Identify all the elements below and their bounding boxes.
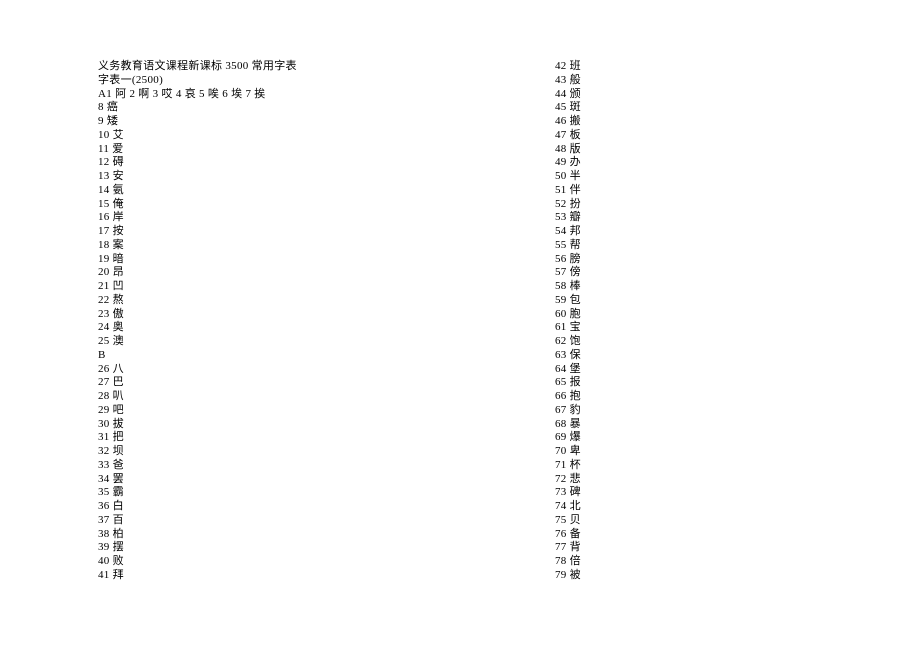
char-entry: 36 白 [98, 500, 297, 514]
char-entry: 12 碍 [98, 156, 297, 170]
char-entry: 47 板 [555, 129, 581, 143]
document-title: 义务教育语文课程新课标 3500 常用字表 [98, 60, 297, 74]
char-entry: 38 柏 [98, 528, 297, 542]
char-entry: 27 巴 [98, 376, 297, 390]
char-entry: 66 抱 [555, 390, 581, 404]
char-entry: 65 报 [555, 376, 581, 390]
char-entry: 71 杯 [555, 459, 581, 473]
char-entry: 22 熬 [98, 294, 297, 308]
char-entry: 41 拜 [98, 569, 297, 583]
char-entry: 35 霸 [98, 486, 297, 500]
char-entry: 19 暗 [98, 253, 297, 267]
char-entry: 21 凹 [98, 280, 297, 294]
char-entry: 14 氨 [98, 184, 297, 198]
char-entry: 25 澳 [98, 335, 297, 349]
char-entry: 8 癌 [98, 101, 297, 115]
char-entry: 45 斑 [555, 101, 581, 115]
char-entry: 64 堡 [555, 363, 581, 377]
char-entry: 11 爱 [98, 143, 297, 157]
char-entry: 79 被 [555, 569, 581, 583]
char-entry: 76 备 [555, 528, 581, 542]
char-entry: 75 贝 [555, 514, 581, 528]
char-entry: 20 昂 [98, 266, 297, 280]
char-entry: 26 八 [98, 363, 297, 377]
char-entry: 46 搬 [555, 115, 581, 129]
char-entry: 31 把 [98, 431, 297, 445]
char-entry: 43 般 [555, 74, 581, 88]
char-entry: 42 班 [555, 60, 581, 74]
char-entry: 50 半 [555, 170, 581, 184]
document-subtitle: 字表一(2500) [98, 74, 297, 88]
char-entry: 23 傲 [98, 308, 297, 322]
char-entry: 51 伴 [555, 184, 581, 198]
section-a-line: A1 阿 2 啊 3 哎 4 哀 5 唉 6 埃 7 挨 [98, 88, 297, 102]
char-entry: 33 爸 [98, 459, 297, 473]
char-entry: 78 倍 [555, 555, 581, 569]
char-entry: 69 爆 [555, 431, 581, 445]
right-column: 42 班43 般44 颁45 斑46 搬47 板48 版49 办50 半51 伴… [555, 60, 581, 583]
char-entry: 29 吧 [98, 404, 297, 418]
char-entry: 32 坝 [98, 445, 297, 459]
char-entry: 34 罢 [98, 473, 297, 487]
char-entry: 17 按 [98, 225, 297, 239]
char-entry: 60 胞 [555, 308, 581, 322]
char-entry: 77 背 [555, 541, 581, 555]
char-entry: 68 暴 [555, 418, 581, 432]
left-column: 义务教育语文课程新课标 3500 常用字表 字表一(2500) A1 阿 2 啊… [98, 60, 297, 583]
char-entry: 62 饱 [555, 335, 581, 349]
char-entry: 37 百 [98, 514, 297, 528]
char-entry: 44 颁 [555, 88, 581, 102]
char-entry: 58 棒 [555, 280, 581, 294]
char-entry: 18 案 [98, 239, 297, 253]
char-entry: 67 豹 [555, 404, 581, 418]
char-entry: 54 邦 [555, 225, 581, 239]
char-entry: 39 摆 [98, 541, 297, 555]
char-entry: 48 版 [555, 143, 581, 157]
char-entry: 9 矮 [98, 115, 297, 129]
char-entry: 55 帮 [555, 239, 581, 253]
char-entry: 40 败 [98, 555, 297, 569]
document-page: 义务教育语文课程新课标 3500 常用字表 字表一(2500) A1 阿 2 啊… [0, 0, 920, 650]
char-entry: 56 膀 [555, 253, 581, 267]
char-entry: 24 奥 [98, 321, 297, 335]
char-entry: 49 办 [555, 156, 581, 170]
char-entry: 70 卑 [555, 445, 581, 459]
char-entry: 61 宝 [555, 321, 581, 335]
char-entry: 10 艾 [98, 129, 297, 143]
char-entry: 53 瓣 [555, 211, 581, 225]
char-entry: 57 傍 [555, 266, 581, 280]
char-entry: 74 北 [555, 500, 581, 514]
char-entry: 59 包 [555, 294, 581, 308]
char-entry: 13 安 [98, 170, 297, 184]
char-entry: 15 俺 [98, 198, 297, 212]
char-entry: 63 保 [555, 349, 581, 363]
char-entry: 16 岸 [98, 211, 297, 225]
char-entry: 72 悲 [555, 473, 581, 487]
char-entry: 30 拔 [98, 418, 297, 432]
char-entry: 28 叭 [98, 390, 297, 404]
section-b-header: B [98, 349, 297, 363]
char-entry: 52 扮 [555, 198, 581, 212]
char-entry: 73 碑 [555, 486, 581, 500]
